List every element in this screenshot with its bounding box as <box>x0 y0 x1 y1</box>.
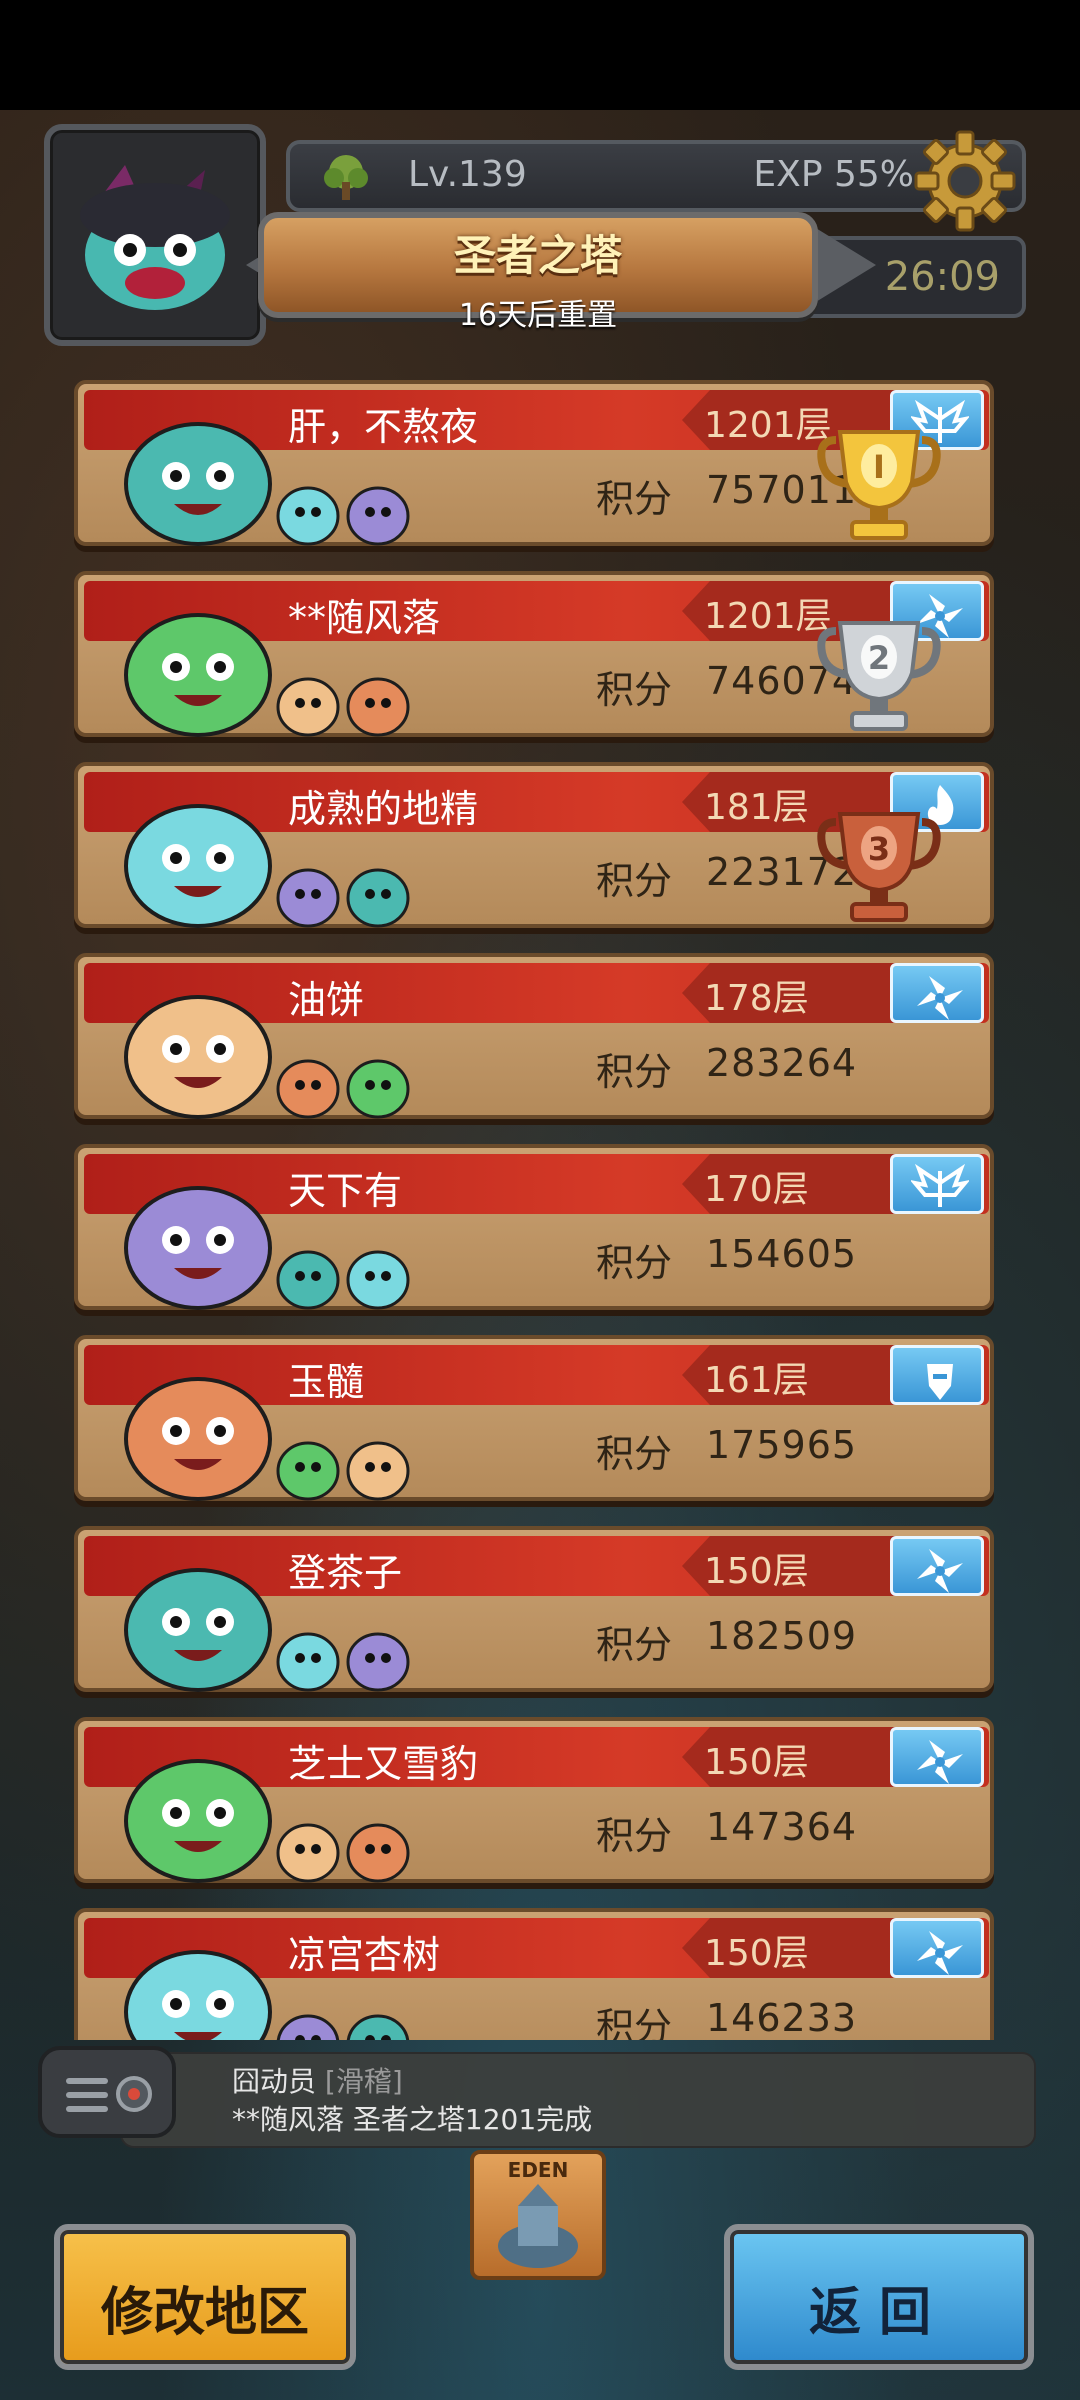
chat-sender-line: 囧动员 [滑稽] <box>232 2060 403 2100</box>
score-value: 182509 <box>706 1614 858 1658</box>
ranking-row[interactable]: 天下有 170层 积分 154605 <box>74 1144 994 1310</box>
svg-text:2: 2 <box>868 639 890 677</box>
score-label: 积分 <box>596 1050 673 1094</box>
player-name: 玉髓 <box>288 1360 365 1404</box>
player-name: **随风落 <box>288 596 441 640</box>
castle-icon <box>498 2184 578 2268</box>
chat-message-user: **随风落 <box>232 2103 345 2136</box>
chat-message-line: **随风落 圣者之塔1201完成 <box>232 2098 592 2138</box>
swirl-icon <box>917 1931 963 1975</box>
change-region-button[interactable]: 修改地区 <box>54 2224 356 2370</box>
back-button[interactable]: 返回 <box>724 2224 1034 2370</box>
score-value: 154605 <box>706 1232 858 1276</box>
class-badge <box>890 1918 984 1978</box>
score-label: 积分 <box>596 1241 673 1285</box>
ranking-row[interactable]: 芝士又雪豹 150层 积分 147364 <box>74 1717 994 1883</box>
ranking-row[interactable]: 凉宫杏树 150层 积分 146233 <box>74 1908 994 2040</box>
player-name: 油饼 <box>288 978 365 1022</box>
floor-count: 178层 <box>704 978 809 1019</box>
score-label: 积分 <box>596 1432 673 1476</box>
wings-icon <box>911 1163 969 1207</box>
score-label: 积分 <box>596 2005 673 2040</box>
chat-message-text: 圣者之塔1201完成 <box>352 2103 593 2136</box>
ranking-row[interactable]: 登茶子 150层 积分 182509 <box>74 1526 994 1692</box>
player-name: 成熟的地精 <box>288 787 479 831</box>
back-label: 返回 <box>808 2283 949 2343</box>
floor-count: 150层 <box>704 1551 809 1592</box>
floor-count: 170层 <box>704 1169 809 1210</box>
bronze-trophy-icon: 3 <box>817 812 941 922</box>
chat-sender: 囧动员 <box>232 2065 317 2098</box>
gold-trophy-icon: Ⅰ <box>817 430 941 540</box>
player-name: 肝，不熬夜 <box>288 405 479 449</box>
swirl-icon <box>917 976 963 1020</box>
score-label: 积分 <box>596 1623 673 1667</box>
svg-text:Ⅰ: Ⅰ <box>873 448 885 486</box>
class-badge <box>890 1154 984 1214</box>
silver-trophy-icon: 2 <box>817 621 941 731</box>
score-label: 积分 <box>596 859 673 903</box>
player-name: 天下有 <box>288 1169 403 1213</box>
ranking-row[interactable]: **随风落 1201层 积分 746074 2 <box>74 571 994 737</box>
chat-radio-icon <box>66 2076 152 2112</box>
score-label: 积分 <box>596 1814 673 1858</box>
score-value: 147364 <box>706 1805 858 1849</box>
swirl-icon <box>917 1740 963 1784</box>
player-name: 凉宫杏树 <box>288 1933 441 1977</box>
ranking-row[interactable]: 成熟的地精 181层 积分 223172 3 <box>74 762 994 928</box>
player-name: 芝士又雪豹 <box>288 1742 479 1786</box>
ranking-row[interactable]: 玉髓 161层 积分 175965 <box>74 1335 994 1501</box>
class-badge <box>890 1727 984 1787</box>
svg-text:3: 3 <box>868 830 890 868</box>
floor-count: 1201层 <box>704 596 832 637</box>
class-badge <box>890 1345 984 1405</box>
score-value: 146233 <box>706 1996 858 2040</box>
floor-count: 1201层 <box>704 405 832 446</box>
score-value: 175965 <box>706 1423 858 1467</box>
change-region-label: 修改地区 <box>100 2283 309 2343</box>
ranking-row[interactable]: 肝，不熬夜 1201层 积分 757011 Ⅰ <box>74 380 994 546</box>
chat-button[interactable] <box>38 2046 176 2138</box>
swirl-icon <box>917 1549 963 1593</box>
class-badge <box>890 963 984 1023</box>
ranking-list[interactable]: 肝，不熬夜 1201层 积分 757011 Ⅰ **随风落 1201层 积分 746074 2 成熟… <box>0 0 1080 2040</box>
floor-count: 150层 <box>704 1742 809 1783</box>
knight-icon <box>927 1364 953 1400</box>
floor-count: 181层 <box>704 787 809 828</box>
score-value: 283264 <box>706 1041 858 1085</box>
eden-map-marker[interactable]: EDEN <box>470 2150 606 2280</box>
ranking-row[interactable]: 油饼 178层 积分 283264 <box>74 953 994 1119</box>
floor-count: 150层 <box>704 1933 809 1974</box>
class-badge <box>890 1536 984 1596</box>
floor-count: 161层 <box>704 1360 809 1401</box>
score-label: 积分 <box>596 668 673 712</box>
chat-sender-tag: [滑稽] <box>324 2065 403 2098</box>
score-label: 积分 <box>596 477 673 521</box>
player-name: 登茶子 <box>288 1551 403 1595</box>
